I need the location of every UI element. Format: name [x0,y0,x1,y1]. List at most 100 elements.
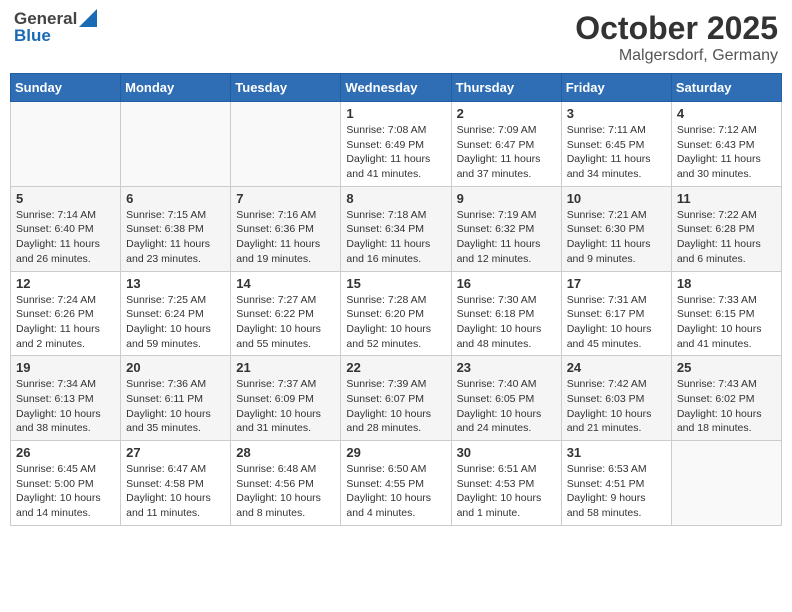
day-detail: Sunrise: 7:25 AM Sunset: 6:24 PM Dayligh… [126,293,225,352]
logo-general: General [14,10,77,27]
day-number: 24 [567,360,666,375]
day-number: 2 [457,106,556,121]
day-number: 31 [567,445,666,460]
weekday-header: Saturday [671,74,781,102]
day-number: 18 [677,276,776,291]
calendar-cell: 19 Sunrise: 7:34 AM Sunset: 6:13 PM Dayli… [11,356,121,441]
calendar-cell: 6Sunrise: 7:15 AM Sunset: 6:38 PM Daylig… [121,186,231,271]
month-title: October 2025 [575,10,778,47]
day-number: 3 [567,106,666,121]
day-detail: Sunrise: 6:50 AM Sunset: 4:55 PM Dayligh… [346,462,445,521]
calendar-cell: 24 Sunrise: 7:42 AM Sunset: 6:03 PM Dayli… [561,356,671,441]
day-detail: Sunrise: 7:11 AM Sunset: 6:45 PM Dayligh… [567,123,666,182]
day-number: 13 [126,276,225,291]
calendar-cell [121,102,231,187]
calendar-cell: 31 Sunrise: 6:53 AM Sunset: 4:51 PM Dayli… [561,441,671,526]
day-detail: Sunrise: 7:42 AM Sunset: 6:03 PM Dayligh… [567,377,666,436]
day-detail: Sunrise: 7:33 AM Sunset: 6:15 PM Dayligh… [677,293,776,352]
calendar-cell: 8Sunrise: 7:18 AM Sunset: 6:34 PM Daylig… [341,186,451,271]
calendar-week-row: 1 Sunrise: 7:08 AM Sunset: 6:49 PM Daylig… [11,102,782,187]
calendar-cell: 5 Sunrise: 7:14 AM Sunset: 6:40 PM Daylig… [11,186,121,271]
weekday-header: Friday [561,74,671,102]
calendar-cell [671,441,781,526]
day-number: 26 [16,445,115,460]
day-detail: Sunrise: 7:27 AM Sunset: 6:22 PM Dayligh… [236,293,335,352]
calendar-cell: 16Sunrise: 7:30 AM Sunset: 6:18 PM Dayli… [451,271,561,356]
logo-icon [79,9,97,27]
calendar-cell: 14 Sunrise: 7:27 AM Sunset: 6:22 PM Dayli… [231,271,341,356]
day-number: 19 [16,360,115,375]
calendar-cell: 23Sunrise: 7:40 AM Sunset: 6:05 PM Dayli… [451,356,561,441]
day-number: 8 [346,191,445,206]
calendar-cell: 12 Sunrise: 7:24 AM Sunset: 6:26 PM Dayli… [11,271,121,356]
day-number: 12 [16,276,115,291]
location: Malgersdorf, Germany [575,47,778,65]
weekday-header: Monday [121,74,231,102]
day-number: 17 [567,276,666,291]
day-detail: Sunrise: 7:37 AM Sunset: 6:09 PM Dayligh… [236,377,335,436]
weekday-header: Thursday [451,74,561,102]
calendar-cell: 22 Sunrise: 7:39 AM Sunset: 6:07 PM Dayli… [341,356,451,441]
calendar-cell [231,102,341,187]
calendar-cell: 28 Sunrise: 6:48 AM Sunset: 4:56 PM Dayli… [231,441,341,526]
day-number: 29 [346,445,445,460]
calendar-cell: 15 Sunrise: 7:28 AM Sunset: 6:20 PM Dayli… [341,271,451,356]
day-number: 15 [346,276,445,291]
day-number: 9 [457,191,556,206]
calendar-week-row: 12 Sunrise: 7:24 AM Sunset: 6:26 PM Dayli… [11,271,782,356]
calendar-cell: 30Sunrise: 6:51 AM Sunset: 4:53 PM Dayli… [451,441,561,526]
day-number: 23 [457,360,556,375]
day-detail: Sunrise: 7:14 AM Sunset: 6:40 PM Dayligh… [16,208,115,267]
calendar-cell: 1 Sunrise: 7:08 AM Sunset: 6:49 PM Daylig… [341,102,451,187]
day-detail: Sunrise: 7:19 AM Sunset: 6:32 PM Dayligh… [457,208,556,267]
day-detail: Sunrise: 7:16 AM Sunset: 6:36 PM Dayligh… [236,208,335,267]
calendar-week-row: 5 Sunrise: 7:14 AM Sunset: 6:40 PM Daylig… [11,186,782,271]
calendar-cell: 20 Sunrise: 7:36 AM Sunset: 6:11 PM Dayli… [121,356,231,441]
day-number: 14 [236,276,335,291]
day-number: 22 [346,360,445,375]
calendar-cell: 13 Sunrise: 7:25 AM Sunset: 6:24 PM Dayli… [121,271,231,356]
day-detail: Sunrise: 7:36 AM Sunset: 6:11 PM Dayligh… [126,377,225,436]
day-detail: Sunrise: 7:08 AM Sunset: 6:49 PM Dayligh… [346,123,445,182]
day-detail: Sunrise: 7:43 AM Sunset: 6:02 PM Dayligh… [677,377,776,436]
calendar-cell: 26 Sunrise: 6:45 AM Sunset: 5:00 PM Dayli… [11,441,121,526]
day-detail: Sunrise: 6:45 AM Sunset: 5:00 PM Dayligh… [16,462,115,521]
day-detail: Sunrise: 7:39 AM Sunset: 6:07 PM Dayligh… [346,377,445,436]
day-detail: Sunrise: 7:24 AM Sunset: 6:26 PM Dayligh… [16,293,115,352]
day-number: 5 [16,191,115,206]
calendar-week-row: 26 Sunrise: 6:45 AM Sunset: 5:00 PM Dayli… [11,441,782,526]
day-number: 25 [677,360,776,375]
day-detail: Sunrise: 7:28 AM Sunset: 6:20 PM Dayligh… [346,293,445,352]
day-detail: Sunrise: 7:15 AM Sunset: 6:38 PM Dayligh… [126,208,225,267]
calendar-cell: 21 Sunrise: 7:37 AM Sunset: 6:09 PM Dayli… [231,356,341,441]
calendar-cell: 25 Sunrise: 7:43 AM Sunset: 6:02 PM Dayli… [671,356,781,441]
calendar-cell: 7 Sunrise: 7:16 AM Sunset: 6:36 PM Daylig… [231,186,341,271]
page-header: General Blue October 2025 Malgersdorf, G… [10,10,782,65]
day-detail: Sunrise: 7:22 AM Sunset: 6:28 PM Dayligh… [677,208,776,267]
day-detail: Sunrise: 7:12 AM Sunset: 6:43 PM Dayligh… [677,123,776,182]
day-number: 21 [236,360,335,375]
day-detail: Sunrise: 6:48 AM Sunset: 4:56 PM Dayligh… [236,462,335,521]
day-number: 28 [236,445,335,460]
calendar-cell: 17 Sunrise: 7:31 AM Sunset: 6:17 PM Dayli… [561,271,671,356]
day-detail: Sunrise: 6:53 AM Sunset: 4:51 PM Dayligh… [567,462,666,521]
day-number: 27 [126,445,225,460]
weekday-header: Wednesday [341,74,451,102]
title-block: October 2025 Malgersdorf, Germany [575,10,778,65]
calendar-cell: 11Sunrise: 7:22 AM Sunset: 6:28 PM Dayli… [671,186,781,271]
day-detail: Sunrise: 7:31 AM Sunset: 6:17 PM Dayligh… [567,293,666,352]
logo: General Blue [14,10,97,44]
calendar-cell: 27 Sunrise: 6:47 AM Sunset: 4:58 PM Dayli… [121,441,231,526]
day-detail: Sunrise: 7:34 AM Sunset: 6:13 PM Dayligh… [16,377,115,436]
calendar-cell: 10Sunrise: 7:21 AM Sunset: 6:30 PM Dayli… [561,186,671,271]
day-detail: Sunrise: 6:47 AM Sunset: 4:58 PM Dayligh… [126,462,225,521]
day-number: 1 [346,106,445,121]
day-number: 16 [457,276,556,291]
calendar-cell: 18 Sunrise: 7:33 AM Sunset: 6:15 PM Dayli… [671,271,781,356]
calendar-cell [11,102,121,187]
day-number: 7 [236,191,335,206]
calendar-cell: 9 Sunrise: 7:19 AM Sunset: 6:32 PM Daylig… [451,186,561,271]
calendar-cell: 29 Sunrise: 6:50 AM Sunset: 4:55 PM Dayli… [341,441,451,526]
weekday-header: Sunday [11,74,121,102]
day-number: 20 [126,360,225,375]
